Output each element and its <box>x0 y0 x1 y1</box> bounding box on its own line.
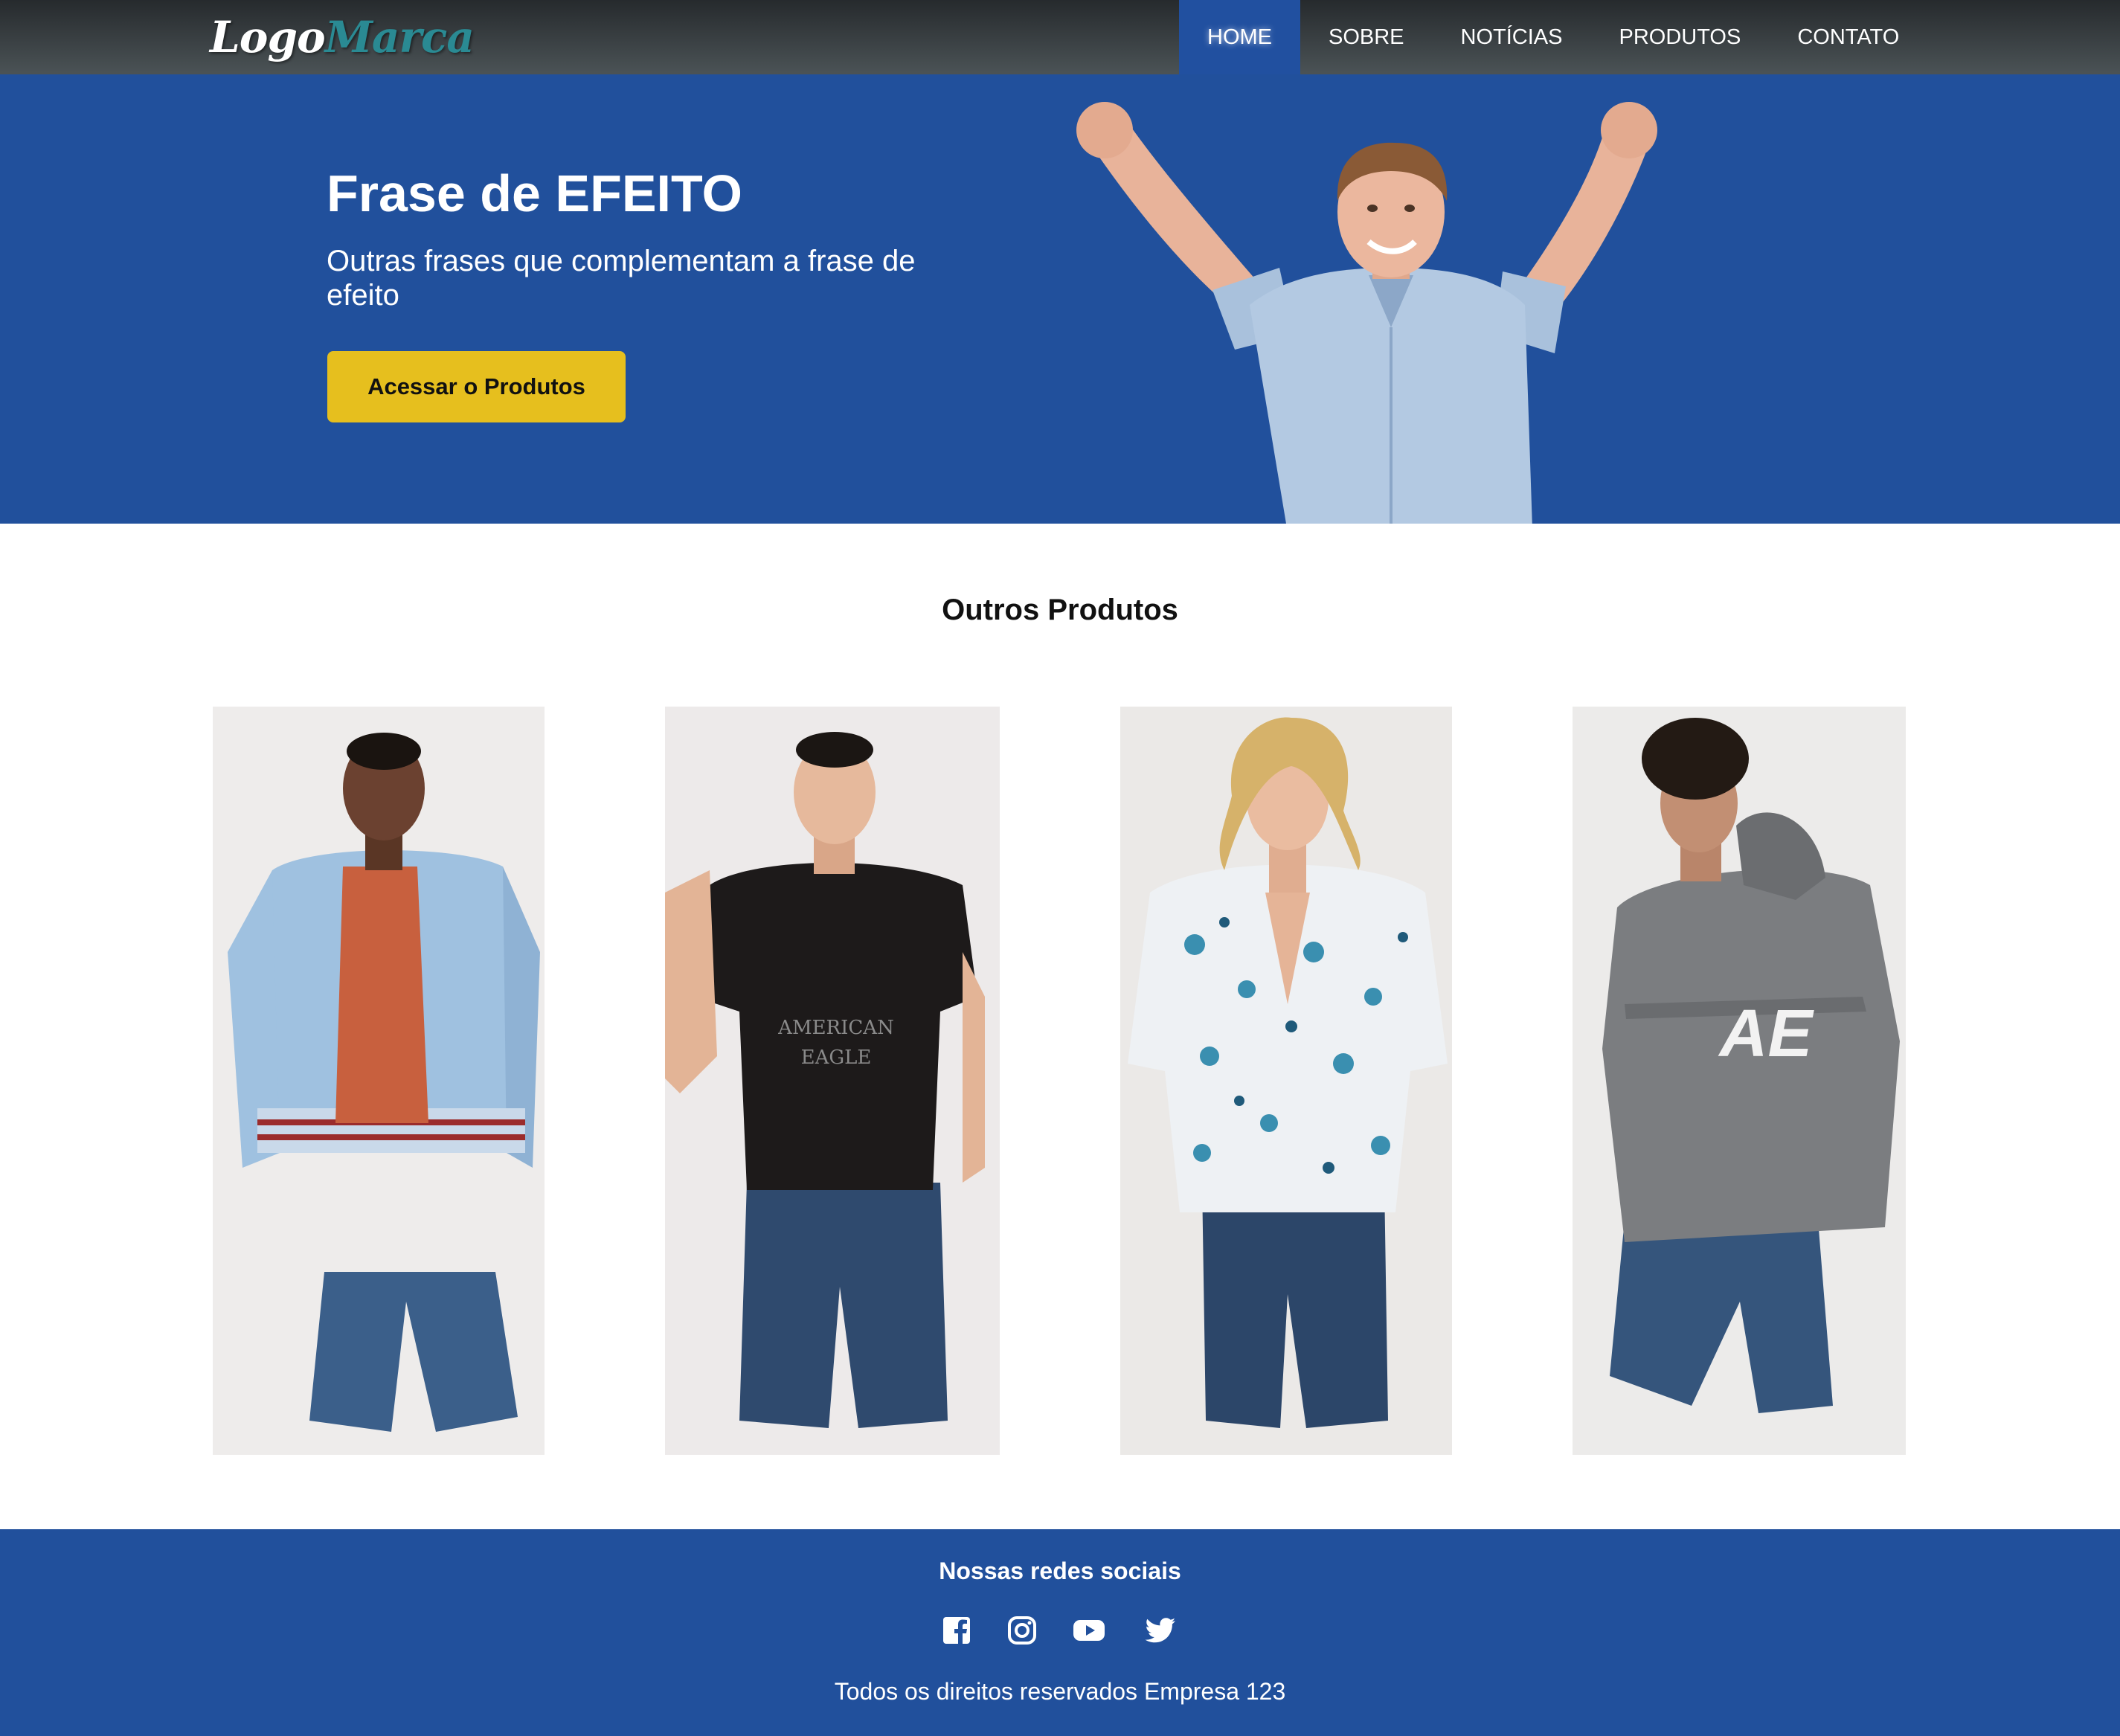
logo[interactable]: LogoMarca <box>210 10 475 64</box>
logo-text-logo: Logo <box>210 12 326 62</box>
hero-subtitle: Outras frases que complementam a frase d… <box>327 245 916 312</box>
copyright-text: Todos os direitos reservados Empresa 123 <box>834 1678 1286 1705</box>
svg-text:AE: AE <box>1718 997 1814 1071</box>
product-card-1[interactable] <box>213 707 545 1455</box>
product-card-3[interactable] <box>1120 707 1452 1455</box>
nav-sobre[interactable]: SOBRE <box>1300 0 1433 74</box>
product-image-bomber-jacket <box>213 707 545 1455</box>
main-nav: HOME SOBRE NOTÍCIAS PRODUTOS CONTATO <box>1179 0 1927 74</box>
nav-produtos[interactable]: PRODUTOS <box>1591 0 1770 74</box>
product-image-black-tee: AMERICAN EAGLE <box>665 707 1000 1455</box>
svg-text:AMERICAN: AMERICAN <box>777 1017 894 1039</box>
hero-banner: Frase de EFEITO Outras frases que comple… <box>0 74 2120 524</box>
product-card-2[interactable]: AMERICAN EAGLE <box>665 707 1000 1455</box>
svg-text:EAGLE: EAGLE <box>801 1047 872 1069</box>
footer: Nossas redes sociais Todos os direitos r… <box>0 1529 2120 1736</box>
nav-noticias[interactable]: NOTÍCIAS <box>1433 0 1591 74</box>
social-title: Nossas redes sociais <box>939 1557 1181 1584</box>
facebook-icon[interactable] <box>940 1614 973 1647</box>
logo-text-marca: Marca <box>324 12 475 62</box>
hero-title: Frase de EFEITO <box>327 164 742 222</box>
youtube-icon[interactable] <box>1073 1614 1105 1647</box>
product-image-floral-shirt <box>1120 707 1452 1455</box>
product-card-4[interactable]: AE <box>1573 707 1906 1455</box>
top-navbar: LogoMarca HOME SOBRE NOTÍCIAS PRODUTOS C… <box>0 0 2120 74</box>
hero-celebrating-man-image <box>1076 102 1657 524</box>
products-section-title: Outros Produtos <box>942 594 1178 626</box>
nav-home[interactable]: HOME <box>1179 0 1300 74</box>
twitter-icon[interactable] <box>1144 1614 1177 1647</box>
instagram-icon[interactable] <box>1006 1614 1038 1647</box>
product-image-grey-hoodie: AE <box>1573 707 1906 1455</box>
access-products-button[interactable]: Acessar o Produtos <box>327 351 626 422</box>
nav-contato[interactable]: CONTATO <box>1769 0 1927 74</box>
